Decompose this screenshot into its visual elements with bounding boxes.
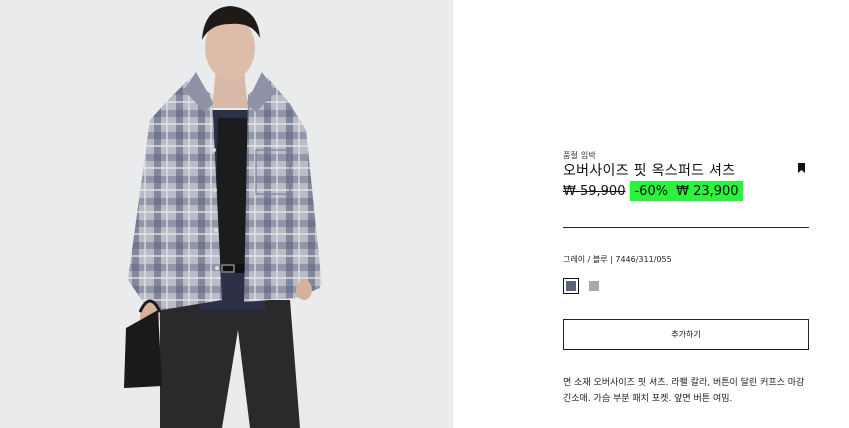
swatch-chip (566, 281, 576, 291)
color-swatches (563, 278, 602, 294)
sale-price-badge: -60% ₩ 23,900 (630, 181, 743, 201)
product-title: 오버사이즈 핏 옥스퍼드 셔츠 (563, 163, 736, 179)
color-swatch-gray[interactable] (586, 278, 602, 294)
divider (563, 227, 809, 228)
original-price: ₩ 59,900 (563, 183, 626, 199)
color-name: 그레이 / 블루 (563, 255, 608, 264)
product-description: 면 소재 오버사이즈 핏 셔츠. 라펠 칼라, 버튼이 달린 커프스 마감 긴소… (563, 378, 805, 404)
sale-price: ₩ 23,900 (676, 183, 739, 199)
product-image[interactable] (0, 0, 453, 428)
color-swatch-gray-blue[interactable] (563, 278, 579, 294)
model-illustration (0, 0, 453, 428)
swatch-chip (589, 281, 599, 291)
product-details: 품절 임박 오버사이즈 핏 옥스퍼드 셔츠 ₩ 59,900 -60% ₩ 23… (563, 0, 809, 428)
product-reference: | 7446/311/055 (610, 255, 672, 264)
add-to-cart-button[interactable]: 추가하기 (563, 319, 809, 350)
color-and-reference: 그레이 / 블루 | 7446/311/055 (563, 254, 672, 265)
price-row: ₩ 59,900 -60% ₩ 23,900 (563, 181, 743, 201)
discount-percent: -60% (634, 183, 669, 199)
bookmark-icon[interactable] (798, 163, 805, 173)
